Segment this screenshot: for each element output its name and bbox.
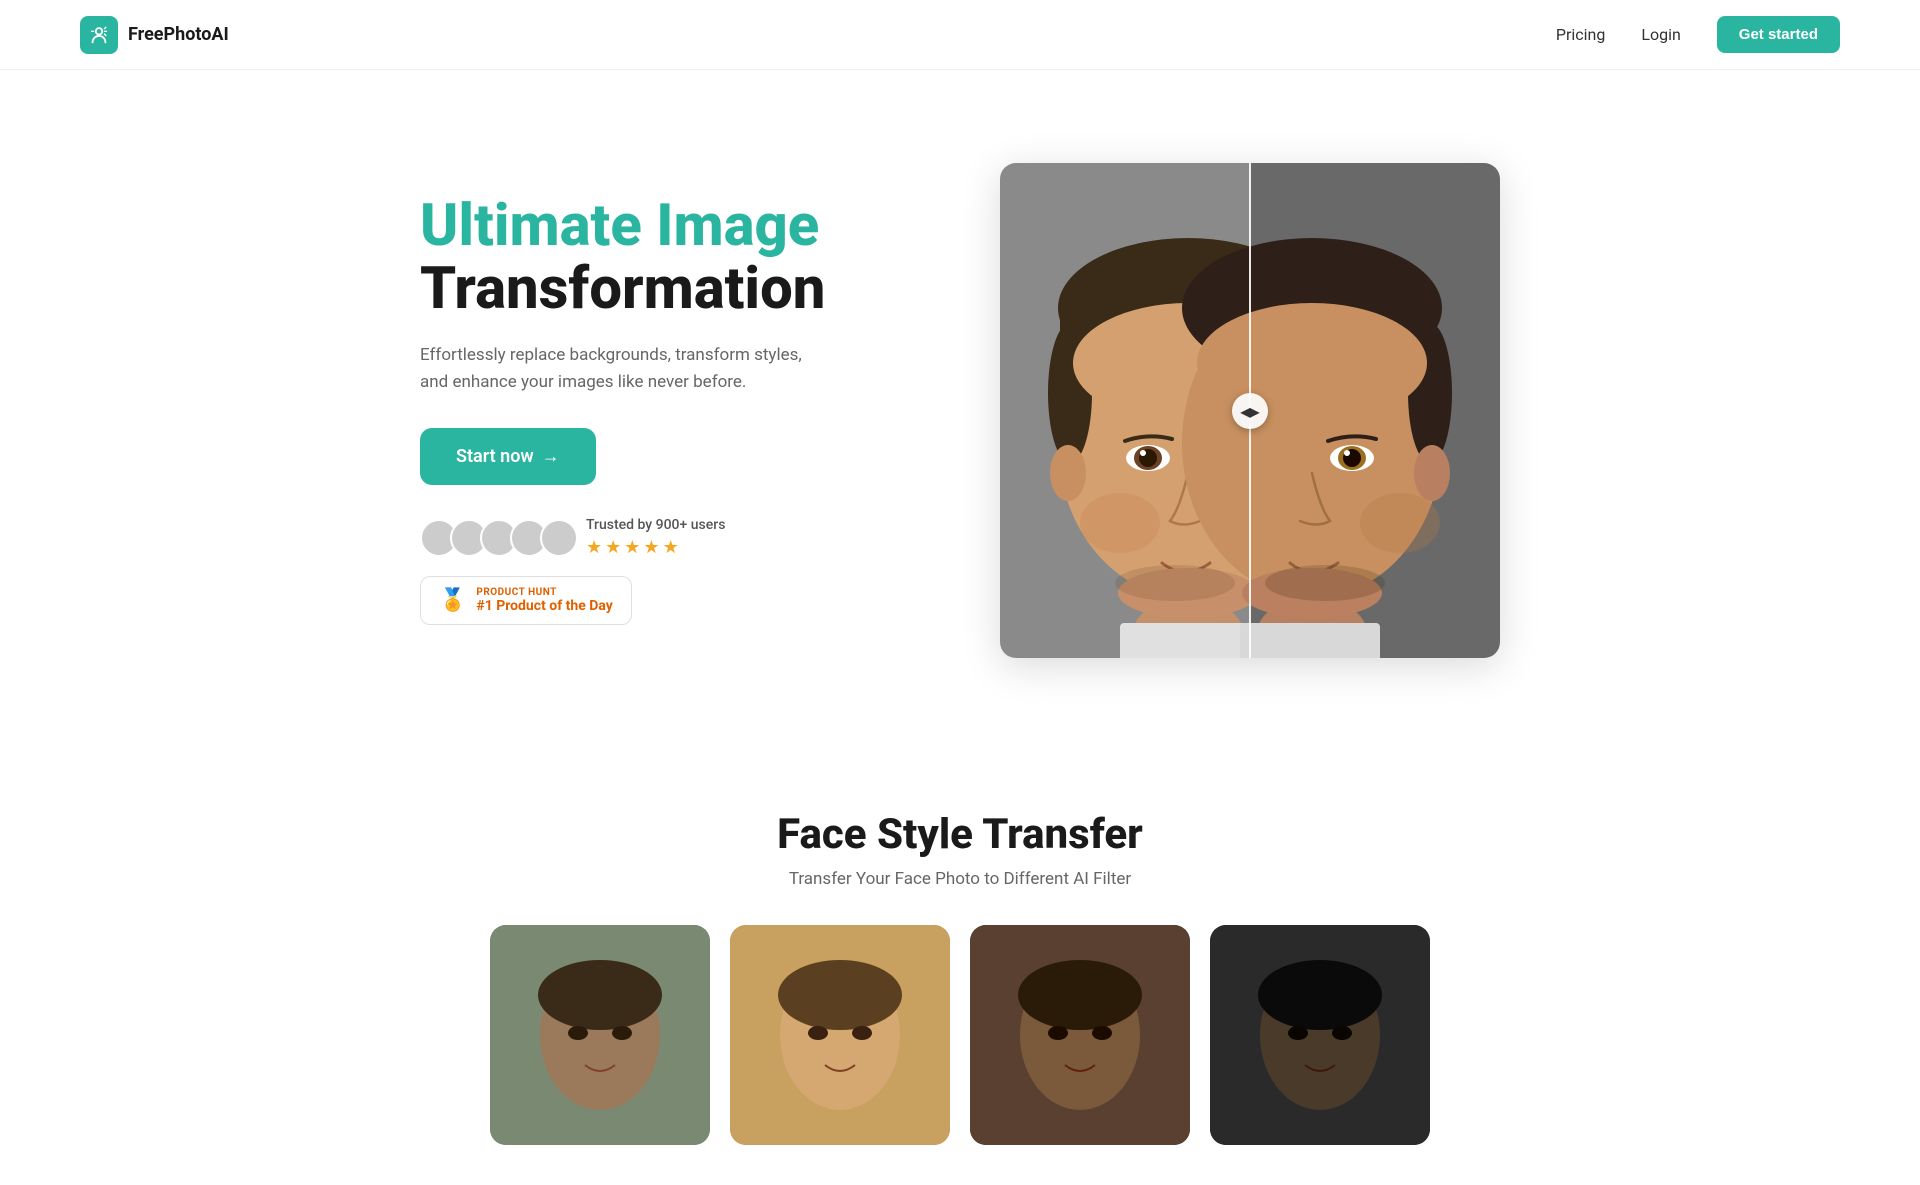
svg-text:◀▶: ◀▶	[1240, 405, 1260, 419]
star-4: ★	[643, 537, 659, 558]
hero-subtitle: Effortlessly replace backgrounds, transf…	[420, 342, 820, 396]
ph-title: #1 Product of the Day	[476, 598, 612, 614]
hero-title-line1: Ultimate Image	[420, 192, 819, 260]
star-2: ★	[605, 537, 621, 558]
logo-icon	[80, 16, 118, 54]
nav-pricing[interactable]: Pricing	[1556, 25, 1606, 44]
face-style-cards	[0, 925, 1920, 1145]
trust-text: Trusted by 900+ users	[586, 517, 725, 533]
face-style-card[interactable]	[730, 925, 950, 1145]
navbar: FreePhotoAI Pricing Login Get started	[0, 0, 1920, 70]
medal-icon: 🏅	[439, 588, 466, 613]
arrow-icon: →	[542, 446, 560, 467]
avatar	[540, 519, 578, 557]
hero-title-line2: Transformation	[420, 255, 825, 323]
face-style-card[interactable]	[490, 925, 710, 1145]
ph-label: PRODUCT HUNT	[476, 587, 612, 598]
face-style-title: Face Style Transfer	[0, 810, 1920, 859]
stars: ★ ★ ★ ★ ★	[586, 537, 725, 558]
face-style-card[interactable]	[970, 925, 1190, 1145]
start-now-label: Start now	[456, 446, 534, 467]
face-style-section: Face Style Transfer Transfer Your Face P…	[0, 750, 1920, 1185]
nav-links: Pricing Login Get started	[1556, 16, 1840, 53]
hero-text-block: Ultimate Image Transformation Effortless…	[420, 195, 900, 626]
trust-text-block: Trusted by 900+ users ★ ★ ★ ★ ★	[586, 517, 725, 558]
ph-text-block: PRODUCT HUNT #1 Product of the Day	[476, 587, 612, 614]
avatar-stack	[420, 519, 570, 557]
start-now-button[interactable]: Start now →	[420, 428, 596, 485]
star-5: ★	[663, 537, 679, 558]
face-comparison-svg: ◀▶	[1000, 163, 1500, 658]
hero-image: ◀▶	[1000, 163, 1500, 658]
nav-login[interactable]: Login	[1641, 25, 1680, 44]
logo-link[interactable]: FreePhotoAI	[80, 16, 229, 54]
face-style-subtitle: Transfer Your Face Photo to Different AI…	[0, 869, 1920, 889]
logo-text: FreePhotoAI	[128, 24, 229, 45]
product-hunt-badge[interactable]: 🏅 PRODUCT HUNT #1 Product of the Day	[420, 576, 632, 625]
star-1: ★	[586, 537, 602, 558]
get-started-button[interactable]: Get started	[1717, 16, 1840, 53]
face-style-card[interactable]	[1210, 925, 1430, 1145]
star-3: ★	[624, 537, 640, 558]
image-compare-wrapper[interactable]: ◀▶	[1000, 163, 1500, 658]
social-proof: Trusted by 900+ users ★ ★ ★ ★ ★	[420, 517, 900, 558]
hero-section: Ultimate Image Transformation Effortless…	[0, 70, 1920, 750]
